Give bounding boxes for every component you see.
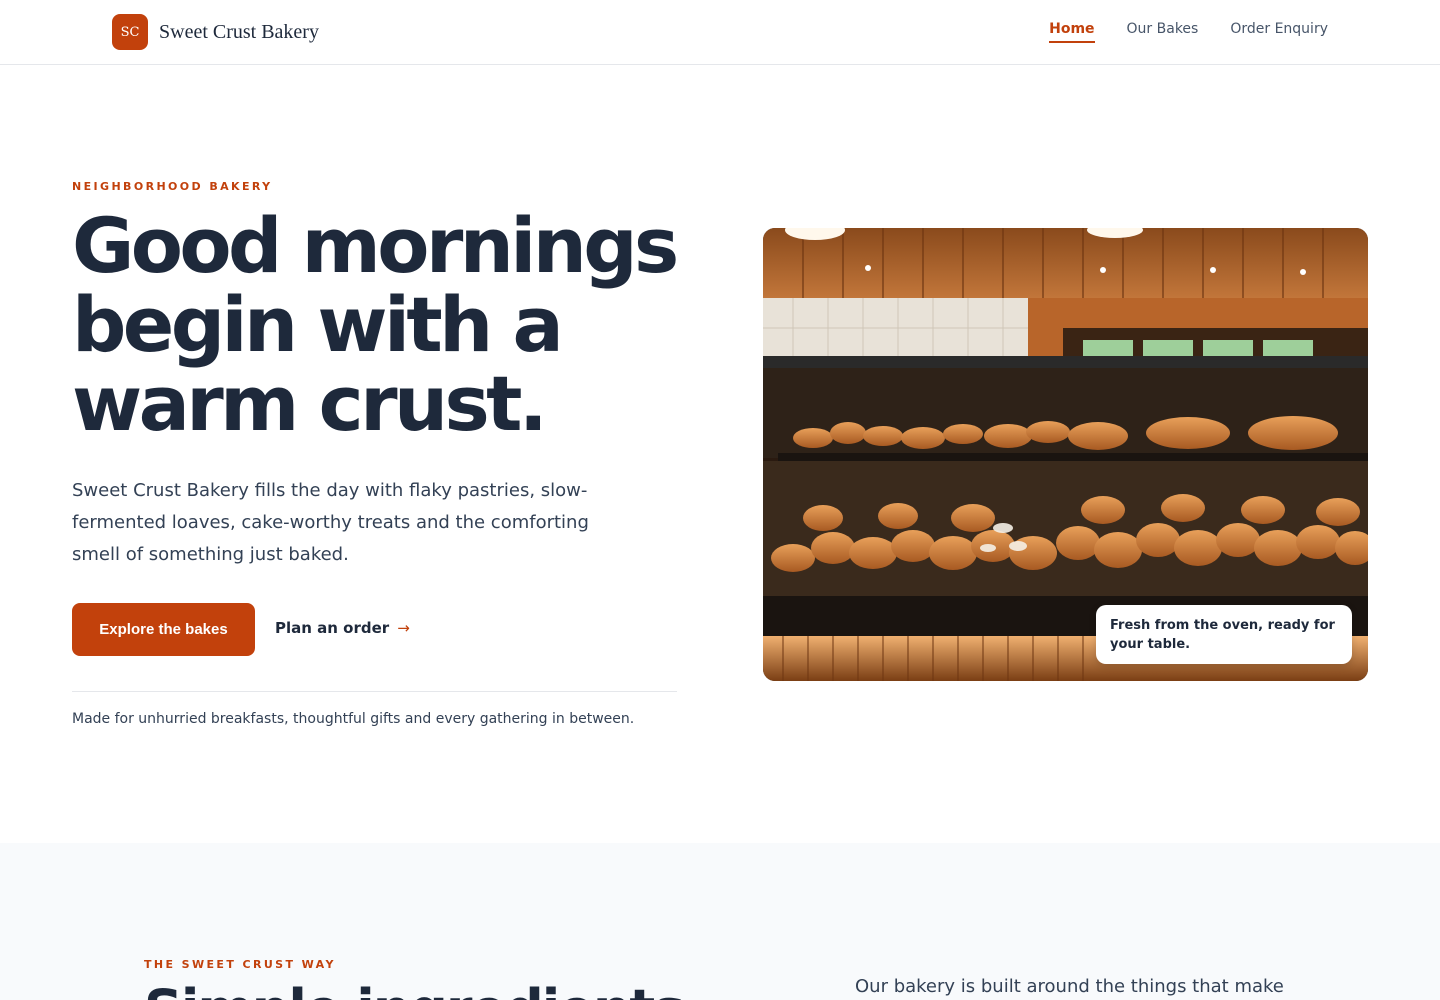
hero-title-line-2: begin with a bbox=[72, 280, 564, 369]
sweet-crust-way-section: THE SWEET CRUST WAY Simple ingredients O… bbox=[0, 843, 1440, 1000]
hero-note: Made for unhurried breakfasts, thoughtfu… bbox=[72, 711, 635, 727]
image-caption: Fresh from the oven, ready for your tabl… bbox=[1096, 605, 1352, 664]
hero-title-line-1: Good mornings bbox=[72, 201, 679, 290]
hero-title-line-3: warm crust. bbox=[72, 359, 548, 448]
hero-eyebrow: NEIGHBORHOOD BAKERY bbox=[72, 180, 273, 193]
brand-name: Sweet Crust Bakery bbox=[159, 20, 319, 43]
hero-description: Sweet Crust Bakery fills the day with fl… bbox=[72, 480, 589, 565]
brand[interactable]: SC Sweet Crust Bakery bbox=[112, 14, 319, 50]
site-header: SC Sweet Crust Bakery Home Our Bakes Ord… bbox=[0, 0, 1440, 65]
nav-home[interactable]: Home bbox=[1049, 21, 1095, 43]
explore-bakes-button[interactable]: Explore the bakes bbox=[72, 603, 255, 656]
hero-divider bbox=[72, 691, 677, 692]
nav-order-enquiry[interactable]: Order Enquiry bbox=[1230, 21, 1328, 43]
hero-title: Good mornings begin with a warm crust. bbox=[72, 206, 712, 443]
arrow-right-icon: → bbox=[397, 619, 410, 637]
logo-mark: SC bbox=[112, 14, 148, 50]
section2-eyebrow: THE SWEET CRUST WAY bbox=[144, 958, 336, 971]
nav-our-bakes[interactable]: Our Bakes bbox=[1127, 21, 1199, 43]
section2-text: Our bakery is built around the things th… bbox=[855, 976, 1284, 997]
plan-order-link[interactable]: Plan an order → bbox=[275, 619, 410, 637]
main-nav: Home Our Bakes Order Enquiry bbox=[1049, 21, 1328, 43]
section2-title: Simple ingredients bbox=[144, 978, 685, 1000]
plan-order-label: Plan an order bbox=[275, 619, 390, 637]
